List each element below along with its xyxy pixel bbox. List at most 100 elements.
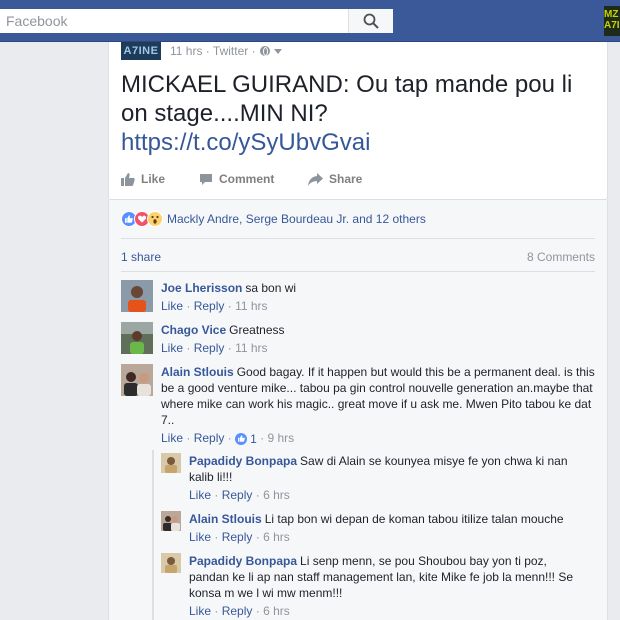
reactions-summary[interactable]: Mackly Andre, Serge Bourdeau Jr. and 12 … <box>121 211 426 227</box>
comment: Joe Lherisson sa bon wi Like · Reply · 11… <box>121 280 296 314</box>
post-time: 11 hrs <box>170 44 203 58</box>
avatar[interactable] <box>121 280 153 312</box>
comment-author[interactable]: Alain Stlouis <box>161 365 234 379</box>
comment-button[interactable]: Comment <box>199 172 308 186</box>
avatar[interactable] <box>161 453 181 473</box>
wow-reaction-icon <box>147 211 163 227</box>
comment-time[interactable]: 9 hrs <box>267 431 294 445</box>
comment-time[interactable]: 11 hrs <box>235 299 267 313</box>
reply-time[interactable]: 6 hrs <box>263 488 290 502</box>
reply-reply-link[interactable]: Reply <box>222 530 253 544</box>
comments-count[interactable]: 8 Comments <box>527 250 595 264</box>
thumbs-up-icon <box>121 172 135 186</box>
search-input[interactable] <box>0 9 348 33</box>
comment-body: Alain Stlouis Good bagay. If it happen bu… <box>161 364 597 447</box>
divider <box>121 271 595 272</box>
post-meta: A7INE 11 hrs · Twitter · <box>121 42 282 60</box>
comment: Alain Stlouis Good bagay. If it happen bu… <box>121 364 597 447</box>
post-message: MICKAEL GUIRAND: Ou tap mande pou li on … <box>121 71 573 127</box>
comment-like-count[interactable]: 1 <box>235 431 257 447</box>
divider <box>121 238 595 239</box>
chevron-down-icon[interactable] <box>273 48 282 54</box>
comment-actions: Like · Reply · 11 hrs <box>161 298 296 314</box>
share-icon <box>308 172 323 186</box>
avatar[interactable] <box>121 322 153 354</box>
separator: · <box>214 488 219 502</box>
comment: Chago Vice Greatness Like · Reply · 11 hr… <box>121 322 285 356</box>
separator: · <box>186 431 191 445</box>
shares-count[interactable]: 1 share <box>121 250 161 264</box>
reply-author[interactable]: Alain Stlouis <box>189 512 262 526</box>
like-reaction-icon <box>235 432 248 445</box>
post-actions: Like Comment Share <box>121 172 362 186</box>
like-button[interactable]: Like <box>121 172 199 186</box>
reply-body: Papadidy Bonpapa Li senp menn, se pou Sho… <box>189 553 589 619</box>
profile-logo-text: MZ A7INE <box>604 9 620 31</box>
reply: Papadidy Bonpapa Saw di Alain se kounyea … <box>161 453 597 503</box>
separator: · <box>255 530 260 544</box>
comment-text: Greatness <box>229 323 285 337</box>
comment-reply-link[interactable]: Reply <box>194 431 225 445</box>
separator: · <box>186 299 191 313</box>
comment-label: Comment <box>219 172 275 186</box>
search-icon <box>363 13 379 29</box>
separator: · <box>227 299 232 313</box>
reply-author[interactable]: Papadidy Bonpapa <box>189 454 297 468</box>
comment-icon <box>200 173 212 185</box>
comment-body: Chago Vice Greatness Like · Reply · 11 hr… <box>161 322 285 356</box>
avatar[interactable] <box>161 511 181 531</box>
reply-body: Papadidy Bonpapa Saw di Alain se kounyea … <box>189 453 589 503</box>
reply-text: Li tap bon wi depan de koman tabou itili… <box>264 512 564 526</box>
reply: Alain Stlouis Li tap bon wi depan de koma… <box>161 511 597 545</box>
search-button[interactable] <box>348 9 393 33</box>
comment-author[interactable]: Joe Lherisson <box>161 281 242 295</box>
post-text: MICKAEL GUIRAND: Ou tap mande pou li on … <box>121 70 601 157</box>
reply-actions: Like · Reply · 6 hrs <box>189 529 589 545</box>
comment-text: sa bon wi <box>245 281 297 295</box>
reply-actions: Like · Reply · 6 hrs <box>189 487 589 503</box>
reply-like-link[interactable]: Like <box>189 488 211 502</box>
share-label: Share <box>329 172 363 186</box>
page-logo[interactable]: A7INE <box>121 42 161 60</box>
comment-like-link[interactable]: Like <box>161 431 183 445</box>
reply-time[interactable]: 6 hrs <box>263 530 290 544</box>
post-timestamp[interactable]: 11 hrs · Twitter · <box>170 44 256 58</box>
separator: · <box>186 341 191 355</box>
like-label: Like <box>141 172 166 186</box>
comment-reply-link[interactable]: Reply <box>194 299 225 313</box>
reactors-names[interactable]: Mackly Andre, Serge Bourdeau Jr. and 12 … <box>167 212 426 226</box>
separator: · <box>227 431 232 445</box>
reply: Papadidy Bonpapa Li senp menn, se pou Sho… <box>161 553 597 619</box>
post-source: Twitter <box>212 44 249 58</box>
comment-actions: Like · Reply · 1 · 9 hrs <box>161 430 597 447</box>
comment-author[interactable]: Chago Vice <box>161 323 226 337</box>
post-link[interactable]: https://t.co/ySyUbvGvai <box>121 129 370 156</box>
reply-reply-link[interactable]: Reply <box>222 488 253 502</box>
separator: · <box>214 530 219 544</box>
comment-body: Joe Lherisson sa bon wi Like · Reply · 11… <box>161 280 296 314</box>
comment-actions: Like · Reply · 11 hrs <box>161 340 285 356</box>
post-card: A7INE 11 hrs · Twitter · MICKAEL GUIRAND… <box>108 42 608 200</box>
share-button[interactable]: Share <box>308 172 362 186</box>
separator: · <box>260 431 265 445</box>
comment-reply-link[interactable]: Reply <box>194 341 225 355</box>
reply-actions: Like · Reply · 6 hrs <box>189 603 589 619</box>
avatar[interactable] <box>161 553 181 573</box>
comment-like-link[interactable]: Like <box>161 299 183 313</box>
avatar[interactable] <box>121 364 153 396</box>
comment-time[interactable]: 11 hrs <box>235 341 267 355</box>
comments-section: Mackly Andre, Serge Bourdeau Jr. and 12 … <box>108 200 608 620</box>
like-count-value: 1 <box>250 431 257 446</box>
search-box <box>0 9 393 33</box>
page-logo-text: A7INE <box>123 45 159 57</box>
globe-icon <box>259 46 270 56</box>
comment-like-link[interactable]: Like <box>161 341 183 355</box>
separator: · <box>227 341 232 355</box>
profile-logo[interactable]: MZ A7INE <box>604 6 620 36</box>
reply-author[interactable]: Papadidy Bonpapa <box>189 554 297 568</box>
separator: · <box>255 488 260 502</box>
reply-like-link[interactable]: Like <box>189 530 211 544</box>
top-navigation-bar: MZ A7INE <box>0 0 620 42</box>
reply-body: Alain Stlouis Li tap bon wi depan de koma… <box>189 511 589 545</box>
reply-thread-line <box>152 450 154 620</box>
